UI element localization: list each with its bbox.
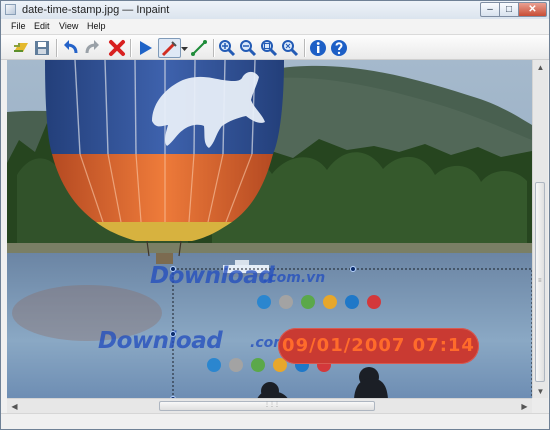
scroll-left-arrow-icon[interactable]: ◀ [7,399,22,414]
status-bar [1,413,549,429]
marker-icon [161,41,177,57]
marker-tool-button[interactable] [158,38,181,58]
date-time-stamp-text: 09/01/2007 07:14 [282,335,475,356]
zoom-actual-icon [282,40,299,57]
info-icon [310,40,326,56]
info-button[interactable] [308,38,328,58]
menu-edit[interactable]: Edit [34,21,50,31]
run-button[interactable] [135,38,155,58]
minimize-button[interactable]: – [480,2,500,17]
cancel-icon [109,40,125,56]
undo-icon [64,40,78,54]
watermark-text-upper: Download [150,263,275,289]
save-icon [35,41,49,55]
zoom-out-icon [240,40,257,57]
horizontal-scrollbar[interactable]: ◀ ⋮⋮⋮ ▶ [7,398,532,414]
menu-bar: File Edit View Help [1,19,549,34]
cancel-button[interactable] [107,38,127,58]
scroll-corner [532,398,548,413]
window-title: date-time-stamp.jpg — Inpaint [22,4,170,16]
toolbar-separator [304,39,305,57]
watermark-text-lower: Download [98,328,223,354]
redo-icon [85,40,99,54]
zoom-in-icon [219,40,236,57]
scroll-down-arrow-icon[interactable]: ▼ [533,384,548,399]
open-icon [14,43,28,52]
maximize-button[interactable]: □ [499,2,519,17]
selection-handle-top[interactable] [350,266,356,272]
date-time-stamp: 09/01/2007 07:14 [278,328,479,364]
line-tool-button[interactable] [189,38,209,58]
toolbar-separator [56,39,57,57]
redo-button[interactable] [82,38,102,58]
marker-dropdown[interactable] [180,38,189,58]
title-bar: date-time-stamp.jpg — Inpaint – □ ✕ [1,1,549,19]
scroll-right-arrow-icon[interactable]: ▶ [517,399,532,414]
vertical-scrollbar[interactable]: ▲ ≡ ▼ [532,60,548,399]
zoom-out-button[interactable] [238,38,258,58]
selection-handle-top-left[interactable] [170,266,176,272]
app-window: date-time-stamp.jpg — Inpaint – □ ✕ File… [0,0,550,430]
menu-view[interactable]: View [59,21,78,31]
zoom-fit-icon [261,40,278,57]
shoreline [7,243,532,253]
image-canvas[interactable]: Download .com.vn Download .com.vn 09/01/… [7,60,532,399]
help-button[interactable] [329,38,349,58]
close-button[interactable]: ✕ [518,2,547,17]
watermark-domain-upper: .com.vn [263,270,326,286]
menu-help[interactable]: Help [87,21,106,31]
horizontal-scroll-thumb[interactable]: ⋮⋮⋮ [159,401,375,411]
toolbar [1,34,549,60]
grip-icon: ≡ [538,278,541,284]
toolbar-separator [213,39,214,57]
grip-icon: ⋮⋮⋮ [264,402,280,408]
app-icon [5,4,16,15]
scroll-up-arrow-icon[interactable]: ▲ [533,60,548,75]
zoom-actual-button[interactable] [280,38,300,58]
save-button[interactable] [32,38,52,58]
run-icon [140,41,152,55]
selection-handle-left[interactable] [170,331,176,337]
help-icon [331,40,347,56]
vertical-scroll-thumb[interactable]: ≡ [535,182,545,382]
open-button[interactable] [11,38,31,58]
dropdown-arrow-icon [181,47,188,51]
zoom-fit-button[interactable] [259,38,279,58]
toolbar-separator [130,39,131,57]
menu-file[interactable]: File [11,21,26,31]
undo-button[interactable] [61,38,81,58]
line-tool-icon [191,40,207,56]
zoom-in-button[interactable] [217,38,237,58]
